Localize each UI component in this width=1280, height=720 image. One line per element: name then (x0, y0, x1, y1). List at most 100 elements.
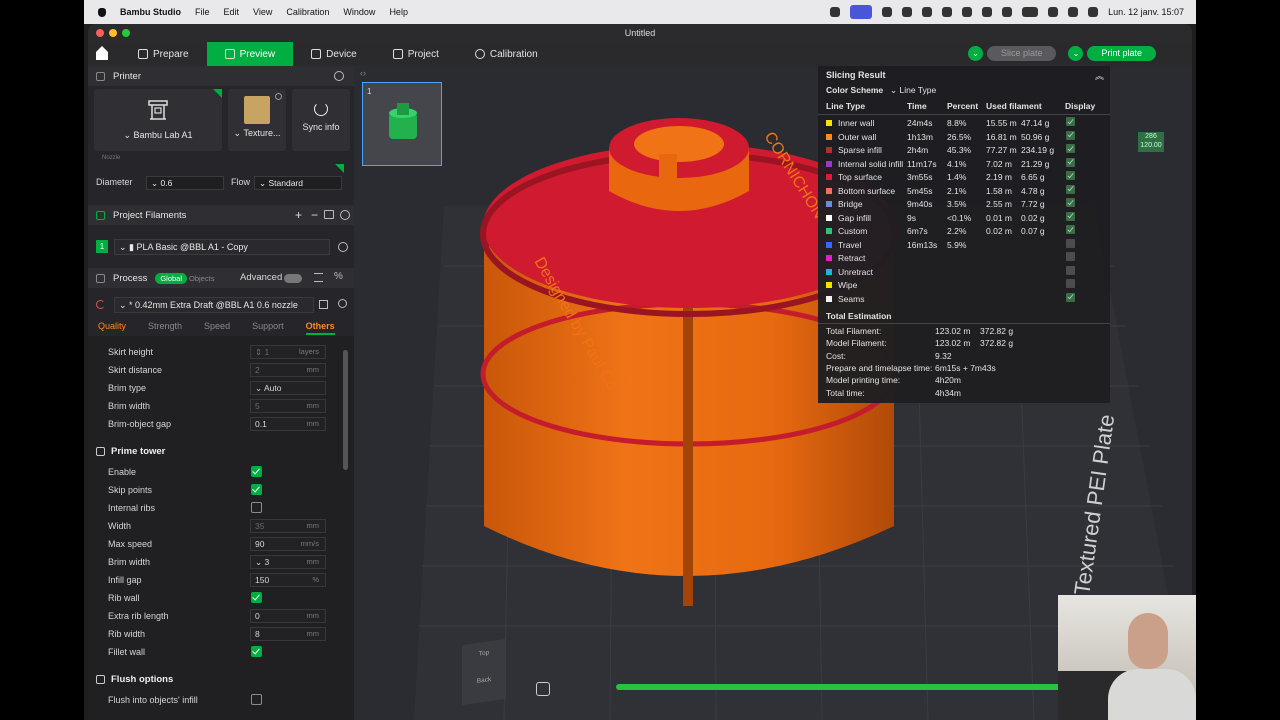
display-checkbox[interactable] (1066, 292, 1075, 302)
display-checkbox[interactable] (1066, 117, 1075, 126)
display-checkbox[interactable] (1066, 184, 1075, 194)
display-checkbox[interactable] (1066, 144, 1075, 153)
status-icon-7[interactable] (982, 7, 993, 17)
close-window-icon[interactable] (96, 29, 104, 37)
slice-plate-button[interactable]: Slice plate (986, 46, 1057, 61)
save-preset-icon[interactable] (319, 300, 328, 309)
tab-others[interactable]: Others (305, 321, 335, 335)
apple-icon[interactable] (98, 7, 106, 17)
screen-record-icon[interactable] (850, 5, 873, 19)
max-speed-input[interactable]: 90 mm/s (250, 537, 326, 551)
filament-sync-icon[interactable] (324, 210, 334, 219)
status-icon-4[interactable] (922, 7, 933, 17)
status-icon-1[interactable] (830, 7, 841, 17)
rib-wall-checkbox[interactable] (251, 592, 262, 603)
plate-card[interactable]: ⌄ Texture... (228, 89, 286, 151)
collapse-sidebar-icon[interactable]: ‹› (360, 68, 366, 78)
color-scheme-select[interactable]: ⌄ Line Type (890, 83, 990, 97)
printer-card[interactable]: ⌄ Bambu Lab A1 (94, 89, 222, 151)
width-input[interactable]: 35 mm (250, 519, 326, 533)
flow-select[interactable]: ⌄ Standard (254, 176, 342, 190)
print-options-chevron-icon[interactable]: ⌄ (1068, 46, 1084, 61)
status-icon-2[interactable] (882, 7, 893, 17)
control-center-icon[interactable] (1088, 7, 1099, 17)
status-icon-3[interactable] (902, 7, 913, 17)
remove-filament-circle-icon[interactable] (338, 242, 348, 252)
tab-calibration[interactable]: Calibration (457, 42, 556, 66)
display-checkbox[interactable] (1066, 171, 1075, 180)
internal-ribs-checkbox[interactable] (251, 502, 262, 513)
tab-project[interactable]: Project (375, 42, 457, 66)
global-toggle[interactable]: Global (155, 272, 188, 284)
tab-quality[interactable]: Quality (98, 321, 126, 335)
search-settings-icon[interactable] (338, 299, 347, 308)
brim-width-input[interactable]: 5 mm (250, 399, 326, 413)
printer-settings-gear-icon[interactable] (334, 71, 344, 81)
display-checkbox[interactable] (1066, 157, 1075, 167)
tab-device[interactable]: Device (293, 42, 375, 66)
menu-edit[interactable]: Edit (224, 7, 240, 17)
infill-gap-input[interactable]: 150% (250, 573, 326, 587)
skirt-height-input[interactable]: ⇕ 1 layers (250, 345, 326, 359)
status-icon-6[interactable] (962, 7, 973, 17)
camera-reset-icon[interactable] (536, 682, 550, 696)
tab-strength[interactable]: Strength (148, 321, 182, 335)
display-checkbox[interactable] (1066, 198, 1075, 207)
menu-app-name[interactable]: Bambu Studio (120, 7, 181, 17)
add-filament-icon[interactable]: + (295, 208, 302, 222)
filament-settings-gear-icon[interactable] (340, 210, 350, 220)
enable-checkbox[interactable] (251, 466, 262, 477)
zoom-window-icon[interactable] (122, 29, 130, 37)
filament-select[interactable]: ⌄ ▮ PLA Basic @BBL A1 - Copy (114, 239, 330, 255)
skirt-distance-input[interactable]: 2 mm (250, 363, 326, 377)
skip-points-checkbox[interactable] (251, 484, 262, 495)
tab-preview[interactable]: Preview (206, 42, 294, 66)
layer-progress-bar[interactable] (616, 684, 1086, 690)
menu-window[interactable]: Window (343, 7, 375, 17)
print-plate-button[interactable]: Print plate (1087, 46, 1156, 61)
battery-icon[interactable] (1022, 7, 1039, 17)
sync-info-button[interactable]: Sync info (292, 89, 350, 151)
process-list-icon[interactable] (314, 273, 323, 282)
wifi-icon[interactable] (1048, 7, 1059, 17)
fillet-wall-checkbox[interactable] (251, 646, 262, 657)
reset-preset-icon[interactable] (96, 300, 105, 309)
play-icon[interactable] (1002, 7, 1013, 17)
display-checkbox[interactable] (1066, 225, 1075, 234)
search-icon[interactable] (1068, 7, 1079, 17)
minimize-window-icon[interactable] (109, 29, 117, 37)
display-checkbox[interactable] (1066, 265, 1075, 275)
menu-calibration[interactable]: Calibration (286, 7, 329, 17)
menu-view[interactable]: View (253, 7, 272, 17)
tab-support[interactable]: Support (252, 321, 284, 335)
plate-thumbnail[interactable]: 1 (362, 82, 442, 166)
menubar-clock[interactable]: Lun. 12 janv. 15:07 (1108, 7, 1184, 17)
remove-filament-icon[interactable]: − (311, 208, 318, 222)
brim-type-select[interactable]: ⌄ Auto (250, 381, 326, 395)
menu-file[interactable]: File (195, 7, 210, 17)
slice-options-chevron-icon[interactable]: ⌄ (967, 46, 983, 61)
display-checkbox[interactable] (1066, 238, 1075, 248)
pt-brim-width-input[interactable]: ⌄ 3 mm (250, 555, 326, 569)
display-checkbox[interactable] (1066, 130, 1075, 140)
display-checkbox[interactable] (1066, 252, 1075, 261)
tab-speed[interactable]: Speed (204, 321, 230, 335)
home-icon[interactable] (96, 46, 108, 60)
display-checkbox[interactable] (1066, 279, 1075, 288)
plate-info-icon[interactable] (275, 93, 282, 100)
menu-help[interactable]: Help (389, 7, 408, 17)
process-preset-select[interactable]: ⌄ * 0.42mm Extra Draft @BBL A1 0.6 nozzl… (114, 297, 314, 313)
advanced-toggle[interactable] (284, 274, 302, 283)
tab-prepare[interactable]: Prepare (120, 42, 207, 66)
status-icon-5[interactable] (942, 7, 953, 17)
brim-gap-input[interactable]: 0.1 mm (250, 417, 326, 431)
process-compare-icon[interactable]: % (334, 271, 343, 282)
extra-rib-input[interactable]: 0 mm (250, 609, 326, 623)
flush-infill-checkbox[interactable] (251, 694, 262, 705)
objects-toggle[interactable]: Objects (189, 274, 214, 283)
collapse-result-icon[interactable]: ︽ (1095, 69, 1104, 82)
diameter-select[interactable]: ⌄ 0.6 (146, 176, 224, 190)
view-cube[interactable]: Top Back (462, 638, 506, 706)
display-checkbox[interactable] (1066, 211, 1075, 221)
rib-width-input[interactable]: 8 mm (250, 627, 326, 641)
